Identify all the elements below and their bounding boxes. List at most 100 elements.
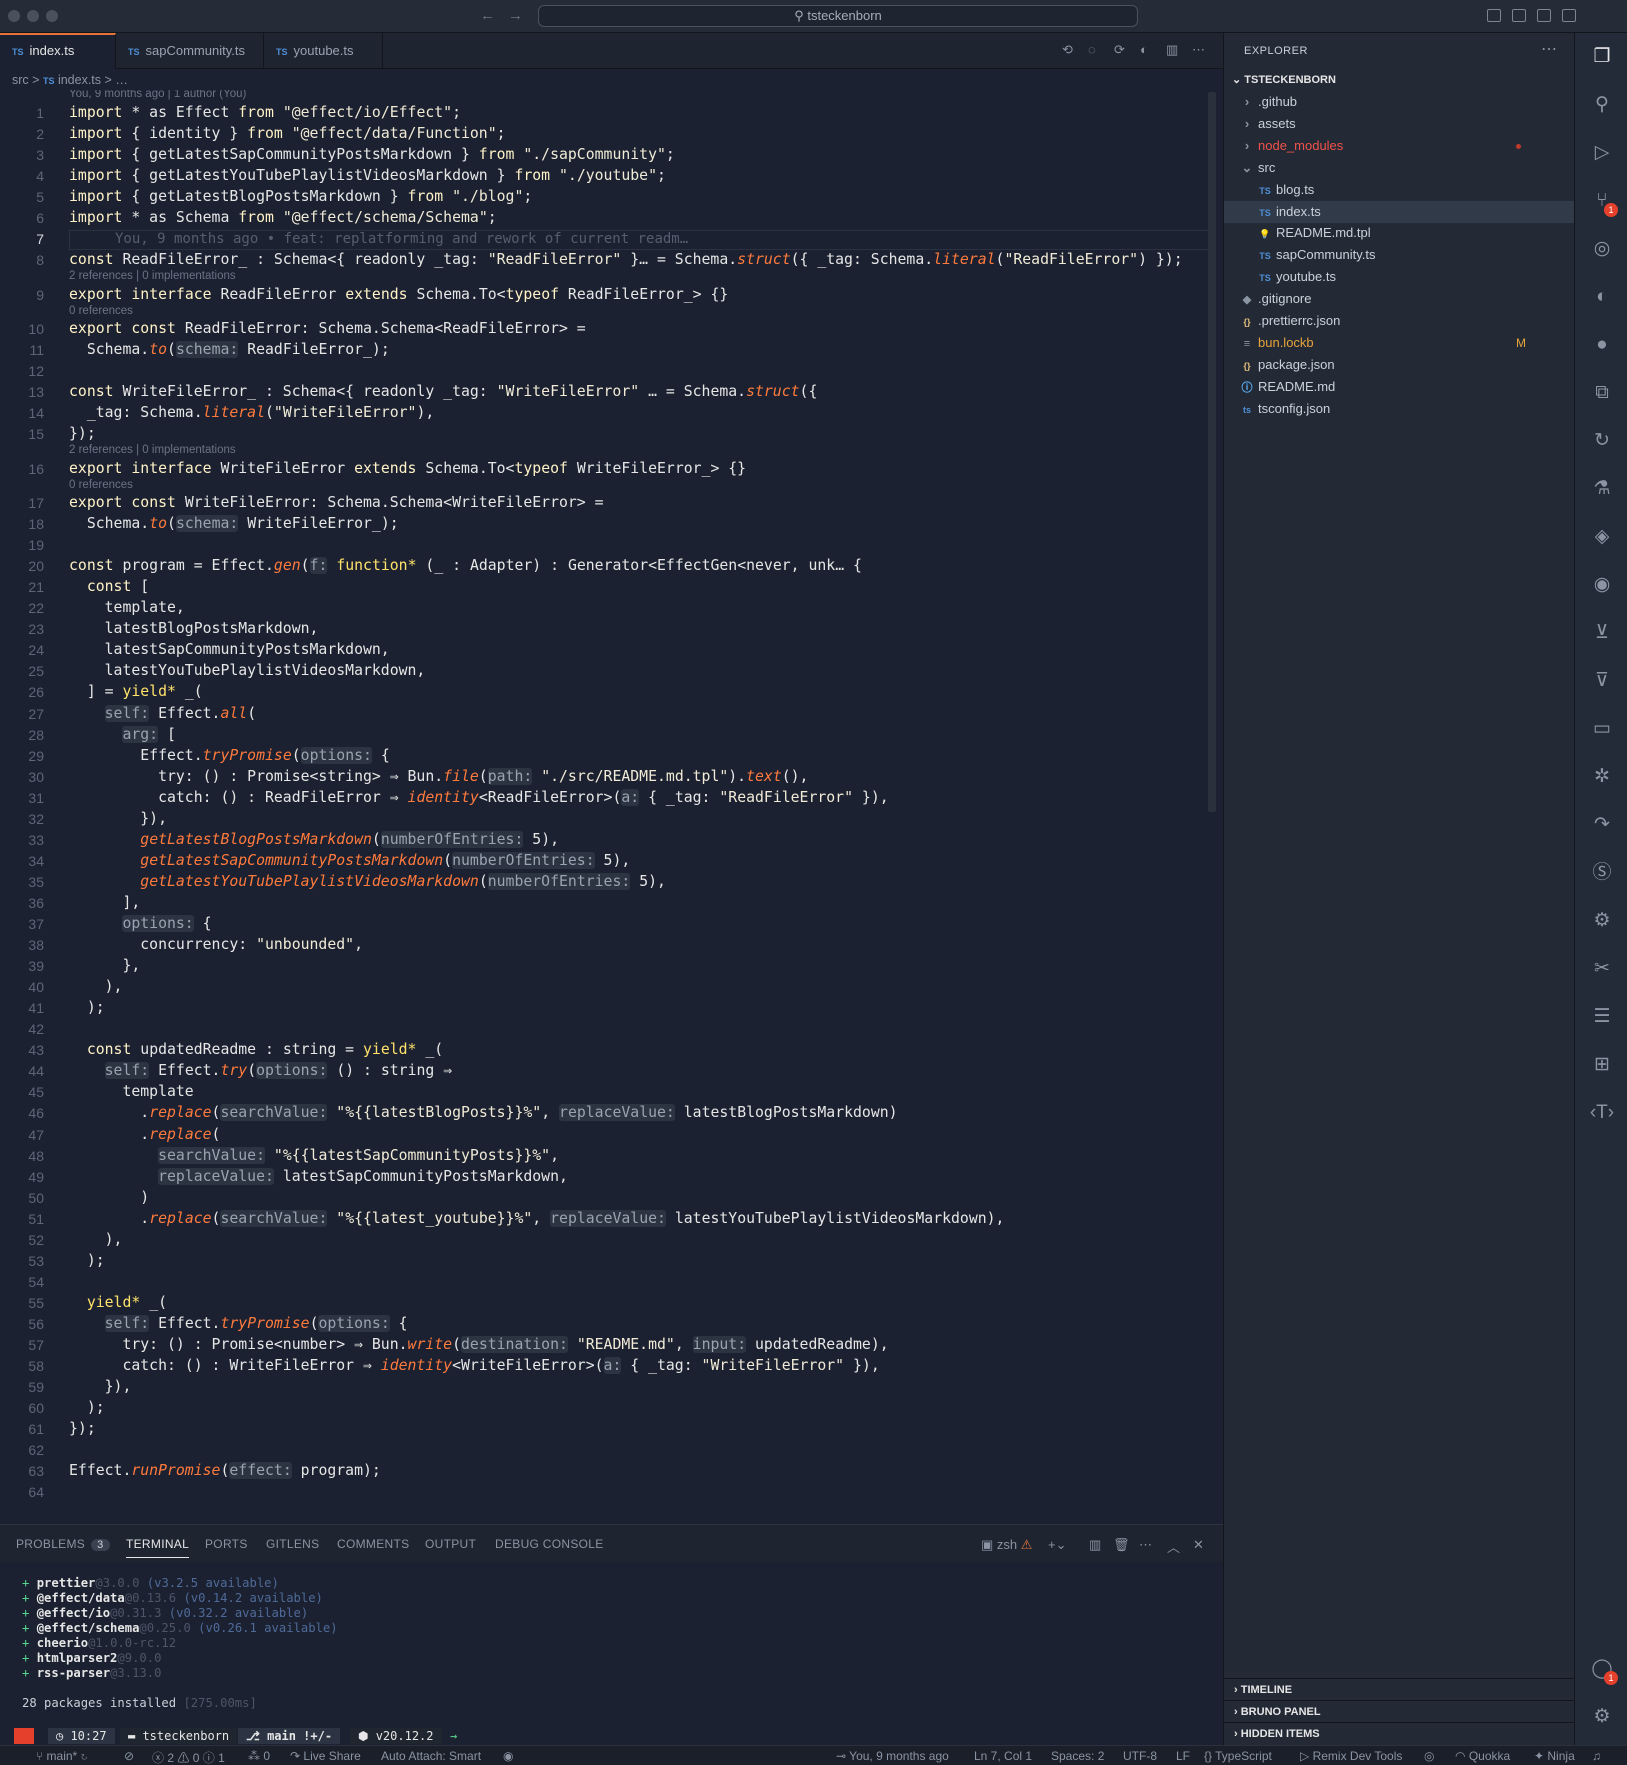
code-lens[interactable]: 2 references | 0 implementations bbox=[69, 444, 236, 456]
live-share-icon[interactable]: ↻ bbox=[1588, 427, 1616, 455]
copilot-status-icon[interactable]: ◎ bbox=[1424, 1749, 1434, 1763]
more-actions-icon[interactable]: ⋯ bbox=[1139, 1537, 1152, 1553]
tab-youtube-ts[interactable]: TS youtube.ts bbox=[264, 33, 383, 69]
breadcrumb-symbol[interactable]: … bbox=[115, 73, 128, 87]
code-line[interactable]: Effect.tryPromise(options: { bbox=[69, 746, 390, 764]
code-line[interactable]: }), bbox=[69, 1378, 132, 1395]
code-line[interactable]: import { getLatestBlogPostsMarkdown } fr… bbox=[69, 188, 532, 205]
code-line[interactable]: ) bbox=[69, 1189, 149, 1206]
code-line[interactable]: arg: [ bbox=[69, 725, 176, 743]
code-line[interactable]: Schema.to(schema: WriteFileError_); bbox=[69, 515, 399, 533]
tree-item-readme-md[interactable]: ⓘ README.md bbox=[1224, 376, 1574, 398]
blame-header[interactable]: You, 9 months ago | 1 author (You) bbox=[69, 90, 246, 100]
status-ports[interactable]: ⁂ 0 bbox=[248, 1749, 270, 1763]
tree-item-tsconfig-json[interactable]: ts tsconfig.json bbox=[1224, 398, 1574, 420]
remix-routes-icon[interactable]: ⊽ bbox=[1588, 667, 1616, 695]
github-icon[interactable]: ● bbox=[1588, 331, 1616, 359]
toggle-secondary-sidebar-icon[interactable] bbox=[1537, 9, 1551, 22]
status-remote[interactable]: ⊘ bbox=[124, 1749, 134, 1763]
manage-gear-icon[interactable]: ⚙ bbox=[1588, 1703, 1616, 1731]
tab-debug-console[interactable]: DEBUG CONSOLE bbox=[495, 1537, 604, 1551]
tools-icon[interactable]: ✂ bbox=[1588, 955, 1616, 983]
status-auto-attach[interactable]: Auto Attach: Smart bbox=[381, 1749, 481, 1763]
code-line[interactable]: ), bbox=[69, 978, 123, 995]
code-lens[interactable]: 0 references bbox=[69, 479, 133, 491]
status-eol[interactable]: LF bbox=[1176, 1749, 1190, 1763]
breadcrumb-folder[interactable]: src bbox=[12, 73, 29, 87]
tab-problems[interactable]: PROBLEMS 3 bbox=[16, 1537, 110, 1551]
code-line[interactable]: try: () : Promise<string> ⇒ Bun.file(pat… bbox=[69, 767, 808, 785]
code-line[interactable]: catch: () : WriteFileError ⇒ identity<Wr… bbox=[69, 1357, 880, 1375]
testing-icon[interactable]: ⚗ bbox=[1588, 475, 1616, 503]
section-hidden-items[interactable]: › HIDDEN ITEMS bbox=[1224, 1722, 1574, 1744]
tab-ports[interactable]: PORTS bbox=[205, 1537, 248, 1551]
status-indentation[interactable]: Spaces: 2 bbox=[1051, 1749, 1104, 1763]
forward-arrow-icon[interactable]: → bbox=[508, 7, 523, 24]
code-line[interactable]: getLatestYouTubePlaylistVideosMarkdown(n… bbox=[69, 872, 666, 890]
code-line[interactable]: const updatedReadme : string = yield* _( bbox=[69, 1041, 443, 1058]
terminal-output[interactable]: + prettier@3.0.0 (v3.2.5 available) + @ef… bbox=[0, 1562, 1223, 1727]
tab-output[interactable]: OUTPUT bbox=[425, 1537, 476, 1551]
extensions-icon[interactable]: ⧉ bbox=[1588, 379, 1616, 407]
status-remix-dev-tools[interactable]: ▷ Remix Dev Tools bbox=[1300, 1749, 1402, 1763]
code-line[interactable]: import * as Effect from "@effect/io/Effe… bbox=[69, 104, 461, 121]
layers-icon[interactable]: ◈ bbox=[1588, 523, 1616, 551]
code-line[interactable]: export interface ReadFileError extends S… bbox=[69, 286, 728, 303]
code-lens[interactable]: 0 references bbox=[69, 305, 133, 317]
status-blame[interactable]: ⊸ You, 9 months ago bbox=[836, 1749, 949, 1763]
section-timeline[interactable]: › TIMELINE bbox=[1224, 1678, 1574, 1700]
workspace-root[interactable]: ⌄ TSTECKENBORN bbox=[1232, 73, 1336, 86]
split-editor-icon[interactable]: ▥ bbox=[1166, 42, 1178, 58]
tab-index-ts[interactable]: TS index.ts bbox=[0, 33, 116, 69]
tree-item-sapcommunity-ts[interactable]: TS sapCommunity.ts bbox=[1224, 244, 1574, 266]
code-editor[interactable]: 1 2 3 4 5 6 7 8 9 10 11 12 13 14 15 16 17 18 19 20 21 22 23 24 2… bbox=[0, 90, 1223, 1523]
toggle-panel-icon[interactable] bbox=[1512, 9, 1526, 22]
new-terminal-icon[interactable]: +⌄ bbox=[1048, 1537, 1066, 1553]
minimize-window-button[interactable] bbox=[27, 10, 39, 22]
code-line[interactable]: getLatestBlogPostsMarkdown(numberOfEntri… bbox=[69, 830, 559, 848]
open-changes-icon[interactable]: ◌ bbox=[1088, 42, 1096, 57]
code-line[interactable]: latestBlogPostsMarkdown, bbox=[69, 620, 319, 637]
code-line[interactable]: ); bbox=[69, 999, 105, 1016]
status-encoding[interactable]: UTF-8 bbox=[1123, 1749, 1157, 1763]
tree-item-gitignore[interactable]: ◆ .gitignore bbox=[1224, 288, 1574, 310]
status-language[interactable]: {} TypeScript bbox=[1204, 1749, 1272, 1763]
tab-comments[interactable]: COMMENTS bbox=[337, 1537, 409, 1551]
status-live-share[interactable]: ↷ Live Share bbox=[290, 1749, 361, 1763]
code-line[interactable]: latestYouTubePlaylistVideosMarkdown, bbox=[69, 662, 426, 679]
settings-sync-icon[interactable]: ⚙ bbox=[1588, 907, 1616, 935]
code-line[interactable]: self: Effect.try(options: () : string ⇒ bbox=[69, 1062, 452, 1080]
maximize-panel-icon[interactable]: ︿ bbox=[1167, 1537, 1180, 1556]
code-line[interactable]: const ReadFileError_ : Schema<{ readonly… bbox=[69, 251, 1183, 268]
tree-item-prettierrc-json[interactable]: {} .prettierrc.json bbox=[1224, 310, 1574, 332]
more-actions-icon[interactable]: ⋯ bbox=[1192, 42, 1205, 58]
status-branch[interactable]: ⑂ main* ↻ bbox=[36, 1749, 88, 1763]
code-line[interactable]: yield* _( bbox=[69, 1294, 167, 1311]
code-line[interactable]: self: Effect.tryPromise(options: { bbox=[69, 1314, 408, 1332]
code-line[interactable]: template bbox=[69, 1083, 193, 1100]
tree-item-assets[interactable]: › assets bbox=[1224, 113, 1574, 135]
close-panel-icon[interactable]: ✕ bbox=[1193, 1537, 1204, 1553]
code-line[interactable]: Effect.runPromise(effect: program); bbox=[69, 1462, 381, 1480]
tree-item-src[interactable]: ⌄ src bbox=[1224, 157, 1574, 179]
tab-terminal[interactable]: TERMINAL bbox=[126, 1537, 190, 1558]
code-line[interactable]: const [ bbox=[69, 578, 149, 595]
command-center-search[interactable]: ⚲ tsteckenborn bbox=[538, 5, 1138, 27]
search-icon[interactable]: ⚲ bbox=[1588, 91, 1616, 119]
back-arrow-icon[interactable]: ← bbox=[480, 7, 495, 24]
customize-layout-icon[interactable] bbox=[1562, 9, 1576, 22]
run-debug-icon[interactable]: ▷ bbox=[1588, 139, 1616, 167]
terminal-shell-selector[interactable]: ▣ zsh ⚠ bbox=[981, 1537, 1032, 1553]
section-bruno-panel[interactable]: › BRUNO PANEL bbox=[1224, 1700, 1574, 1722]
status-quokka[interactable]: ◠ Quokka bbox=[1455, 1749, 1510, 1763]
code-line[interactable]: ), bbox=[69, 1231, 123, 1248]
tab-gitlens[interactable]: GITLENS bbox=[266, 1537, 319, 1551]
tab-sapcommunity-ts[interactable]: TS sapCommunity.ts bbox=[116, 33, 264, 69]
kill-terminal-icon[interactable]: 🗑 bbox=[1113, 1537, 1130, 1553]
tree-item-node-modules[interactable]: › node_modules bbox=[1224, 135, 1574, 157]
code-line[interactable]: getLatestSapCommunityPostsMarkdown(numbe… bbox=[69, 851, 630, 869]
code-line[interactable]: const program = Effect.gen(f: function* … bbox=[69, 557, 862, 575]
code-line[interactable]: Schema.to(schema: ReadFileError_); bbox=[69, 341, 390, 359]
graph-icon[interactable]: ✲ bbox=[1588, 763, 1616, 791]
tree-item-youtube-ts[interactable]: TS youtube.ts bbox=[1224, 266, 1574, 288]
